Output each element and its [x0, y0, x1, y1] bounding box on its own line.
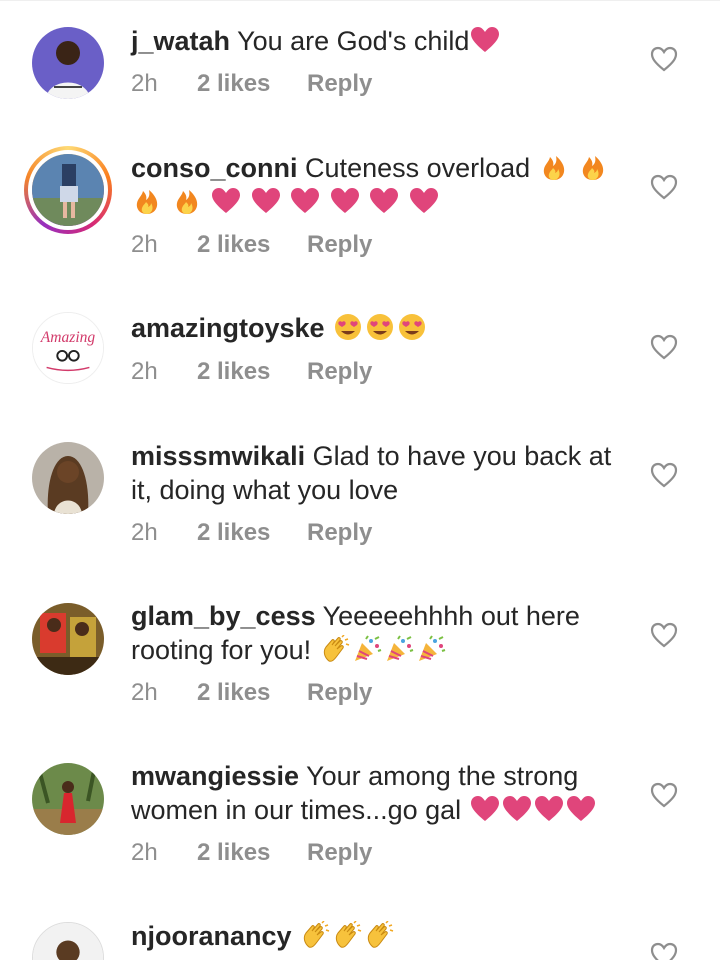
reply-button[interactable]: Reply — [307, 519, 372, 547]
clap-icon — [320, 635, 350, 663]
comment-likes[interactable]: 2 likes — [197, 70, 307, 98]
comment-time: 2h — [131, 231, 158, 258]
fire-icon — [172, 187, 202, 215]
clap-icon — [332, 921, 362, 949]
reply-button[interactable]: Reply — [307, 839, 372, 867]
comment-meta: 2h 2 likes Reply — [131, 839, 372, 867]
comment-meta: 2h 2 likes Reply — [131, 519, 372, 547]
avatar[interactable]: Amazing — [32, 312, 104, 384]
heart-outline-icon[interactable] — [650, 462, 678, 488]
reply-button[interactable]: Reply — [307, 358, 372, 386]
party-popper-icon — [416, 635, 446, 663]
clap-icon — [364, 921, 394, 949]
comment-username[interactable]: mwangiessie — [131, 761, 299, 791]
comments-list: j_watah You are God's child 2h 2 likes Rep… — [0, 0, 720, 960]
pink-heart-icon — [534, 795, 564, 823]
pink-heart-icon — [409, 187, 439, 215]
comment-likes[interactable]: 2 likes — [197, 231, 307, 259]
heart-outline-icon[interactable] — [650, 334, 678, 360]
pink-heart-icon — [566, 795, 596, 823]
pink-heart-icon — [502, 795, 532, 823]
heart-outline-icon[interactable] — [650, 622, 678, 648]
avatar-story-ring[interactable] — [24, 146, 112, 234]
comment-meta: 2h 2 likes Reply — [131, 231, 372, 259]
pink-heart-icon — [470, 26, 500, 54]
comment-body: Yeeeeehhhh out here — [322, 601, 580, 631]
pink-heart-icon — [369, 187, 399, 215]
comment-username[interactable]: conso_conni — [131, 153, 298, 183]
avatar[interactable] — [32, 763, 104, 835]
comment-time: 2h — [131, 358, 158, 385]
comment-body: You are God's child — [237, 26, 470, 56]
comment-body-line-2: it, doing what you love — [131, 475, 399, 505]
comment-username[interactable]: njooranancy — [131, 921, 292, 951]
fire-icon — [578, 153, 608, 181]
comment-username[interactable]: j_watah — [131, 26, 230, 56]
reply-button[interactable]: Reply — [307, 231, 372, 259]
comment-likes[interactable]: 2 likes — [197, 679, 307, 707]
comment-meta: 2h 2 likes Reply — [131, 679, 372, 707]
heart-eyes-icon — [397, 313, 427, 341]
comment-time: 2h — [131, 839, 158, 866]
comment-username[interactable]: misssmwikali — [131, 441, 305, 471]
fire-icon — [539, 153, 569, 181]
comment-body-line-2: rooting for you! — [131, 635, 312, 665]
avatar — [28, 150, 108, 230]
comment-time: 2h — [131, 70, 158, 97]
pink-heart-icon — [470, 795, 500, 823]
comment-text: misssmwikali Glad to have you back at it… — [131, 439, 631, 507]
heart-eyes-icon — [333, 313, 363, 341]
comment-text: njooranancy — [131, 919, 631, 953]
heart-outline-icon[interactable] — [650, 782, 678, 808]
comment-text: glam_by_cess Yeeeeehhhh out here rooting… — [131, 599, 631, 667]
avatar[interactable] — [32, 922, 104, 960]
comment-body: Glad to have you back at — [312, 441, 612, 471]
comment-body-line-2: women in our times...go gal — [131, 795, 462, 825]
comment-likes[interactable]: 2 likes — [197, 358, 307, 386]
avatar[interactable] — [32, 27, 104, 99]
heart-outline-icon[interactable] — [650, 174, 678, 200]
party-popper-icon — [352, 635, 382, 663]
comment-meta: 2h 2 likes Reply — [131, 70, 372, 98]
pink-heart-icon — [251, 187, 281, 215]
comment-meta: 2h 2 likes Reply — [131, 358, 372, 386]
heart-outline-icon[interactable] — [650, 942, 678, 960]
clap-icon — [300, 921, 330, 949]
pink-heart-icon — [330, 187, 360, 215]
comment-likes[interactable]: 2 likes — [197, 839, 307, 867]
comment-body: Cuteness overload — [305, 153, 531, 183]
pink-heart-icon — [290, 187, 320, 215]
comment-text: mwangiessie Your among the strong women … — [131, 759, 631, 827]
heart-outline-icon[interactable] — [650, 46, 678, 72]
heart-eyes-icon — [365, 313, 395, 341]
avatar[interactable] — [32, 603, 104, 675]
avatar[interactable] — [32, 442, 104, 514]
comment-username[interactable]: glam_by_cess — [131, 601, 316, 631]
comment-text: conso_conni Cuteness overload — [131, 151, 631, 219]
comment-likes[interactable]: 2 likes — [197, 519, 307, 547]
avatar-logo-text: Amazing — [40, 329, 96, 346]
party-popper-icon — [384, 635, 414, 663]
pink-heart-icon — [211, 187, 241, 215]
comment-text: j_watah You are God's child — [131, 24, 631, 58]
comment-body: Your among the strong — [306, 761, 579, 791]
fire-icon — [132, 187, 162, 215]
top-divider — [0, 0, 720, 1]
reply-button[interactable]: Reply — [307, 679, 372, 707]
comment-time: 2h — [131, 519, 158, 546]
reply-button[interactable]: Reply — [307, 70, 372, 98]
comment-username[interactable]: amazingtoyske — [131, 313, 325, 343]
comment-time: 2h — [131, 679, 158, 706]
comment-text: amazingtoyske — [131, 311, 631, 345]
